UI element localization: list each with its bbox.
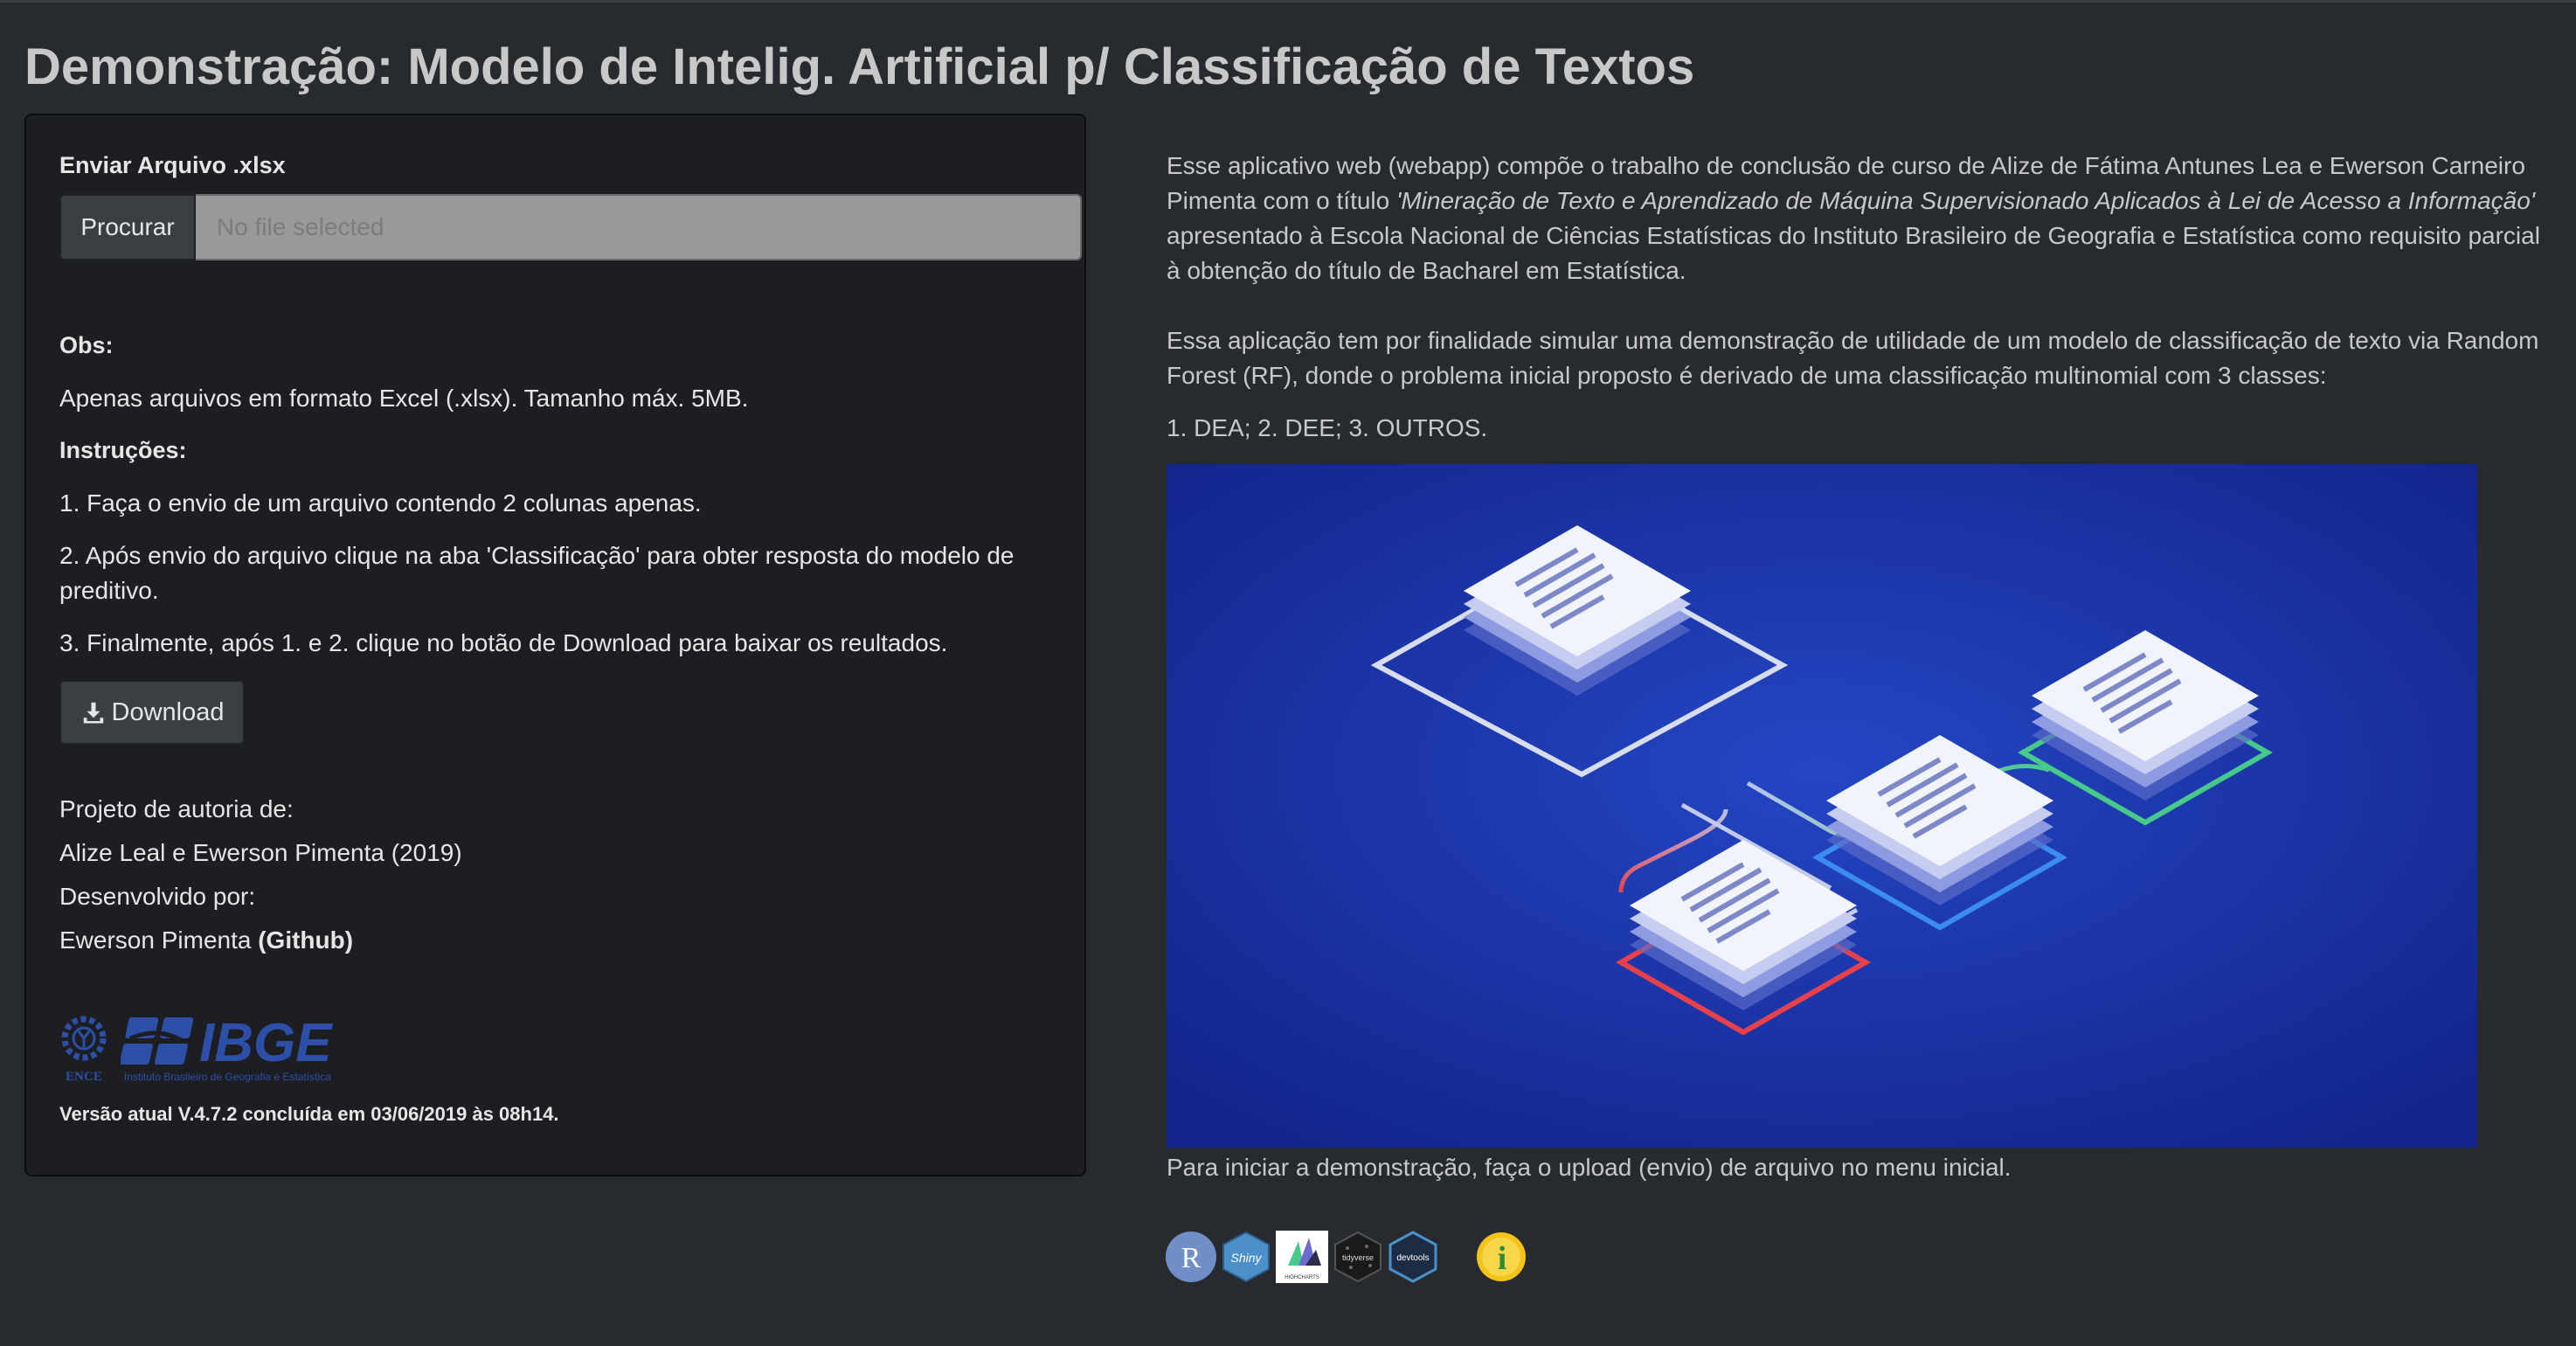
info-icon-text: i xyxy=(1498,1240,1507,1277)
highcharts-logo-icon[interactable]: HIGHCHARTS xyxy=(1276,1231,1328,1283)
instruction-3: 3. Finalmente, após 1. e 2. clique no bo… xyxy=(59,629,948,656)
page-title: Demonstração: Modelo de Intelig. Artific… xyxy=(24,38,1695,95)
browse-button[interactable]: Procurar xyxy=(59,194,196,260)
authors-text: Alize Leal e Ewerson Pimenta (2019) xyxy=(59,839,462,866)
authorship-heading: Projeto de autoria de: xyxy=(59,795,294,822)
download-button[interactable]: Download xyxy=(59,680,245,745)
upload-label: Enviar Arquivo .xlsx xyxy=(59,152,286,178)
info-icon[interactable]: i xyxy=(1475,1231,1527,1283)
sidebar-panel: Enviar Arquivo .xlsx Procurar No file se… xyxy=(24,114,1086,1176)
download-icon xyxy=(83,702,103,724)
file-upload: Procurar No file selected xyxy=(59,194,1082,260)
version-text: Versão atual V.4.7.2 concluída em 03/06/… xyxy=(59,1103,559,1125)
ibge-logo-text: IBGE xyxy=(199,1013,333,1073)
tidyverse-logo-text: tidyverse xyxy=(1342,1253,1374,1262)
shiny-logo-text: Shiny xyxy=(1230,1251,1262,1265)
highcharts-logo-text: HIGHCHARTS xyxy=(1285,1275,1319,1280)
r-logo-icon[interactable]: R xyxy=(1165,1231,1217,1283)
thesis-title: 'Mineração de Texto e Aprendizado de Máq… xyxy=(1396,187,2536,214)
devtools-logo-text: devtools xyxy=(1396,1253,1429,1263)
intro-line-4: à obtenção do título de Bacharel em Esta… xyxy=(1167,257,1686,284)
ence-logo-icon: ENCE xyxy=(61,1016,107,1084)
ence-logo-text: ENCE xyxy=(66,1070,102,1084)
intro-line-2: Pimenta com o título 'Mineração de Texto… xyxy=(1167,184,2535,219)
ibge-logo-icon: IBGE Instituto Brasileiro de Geografia e… xyxy=(121,1013,333,1083)
purpose-line-1: Essa aplicação tem por finalidade simula… xyxy=(1167,327,2539,354)
intro-line-1: Esse aplicativo web (webapp) compõe o tr… xyxy=(1167,152,2525,179)
instruction-1: 1. Faça o envio de um arquivo contendo 2… xyxy=(59,489,702,517)
file-name-field[interactable]: No file selected xyxy=(196,194,1082,260)
github-link[interactable]: (Github) xyxy=(258,926,353,954)
classification-illustration xyxy=(1167,464,2477,1148)
developer-name: Ewerson Pimenta xyxy=(59,926,252,954)
shiny-logo-icon[interactable]: Shiny xyxy=(1220,1231,1272,1283)
institution-logos: ENCE IBGE Instituto Brasileiro de Geogra… xyxy=(58,1009,390,1084)
devtools-logo-icon[interactable]: devtools xyxy=(1387,1231,1439,1283)
intro-line-3: apresentado à Escola Nacional de Ciência… xyxy=(1167,222,2540,249)
purpose-line-2: Forest (RF), donde o problema inicial pr… xyxy=(1167,362,2327,389)
tidyverse-logo-icon[interactable]: tidyverse xyxy=(1332,1231,1384,1283)
developer-line: Ewerson Pimenta (Github) xyxy=(59,926,353,954)
start-instructions: Para iniciar a demonstração, faça o uplo… xyxy=(1167,1154,2012,1181)
instructions-heading: Instruções: xyxy=(59,437,187,463)
r-logo-text: R xyxy=(1181,1242,1201,1274)
classes-list: 1. DEA; 2. DEE; 3. OUTROS. xyxy=(1167,414,1488,441)
developed-heading: Desenvolvido por: xyxy=(59,883,256,910)
instruction-2: 2. Após envio do arquivo clique na aba '… xyxy=(59,542,1014,569)
obs-text: Apenas arquivos em formato Excel (.xlsx)… xyxy=(59,385,749,412)
ibge-logo-subtitle: Instituto Brasileiro de Geografia e Esta… xyxy=(124,1071,331,1083)
top-border xyxy=(0,0,2576,3)
download-button-label: Download xyxy=(111,697,225,726)
intro-line-2-text: Pimenta com o título xyxy=(1167,187,1397,214)
instruction-2-cont: preditivo. xyxy=(59,577,159,604)
obs-heading: Obs: xyxy=(59,332,114,358)
